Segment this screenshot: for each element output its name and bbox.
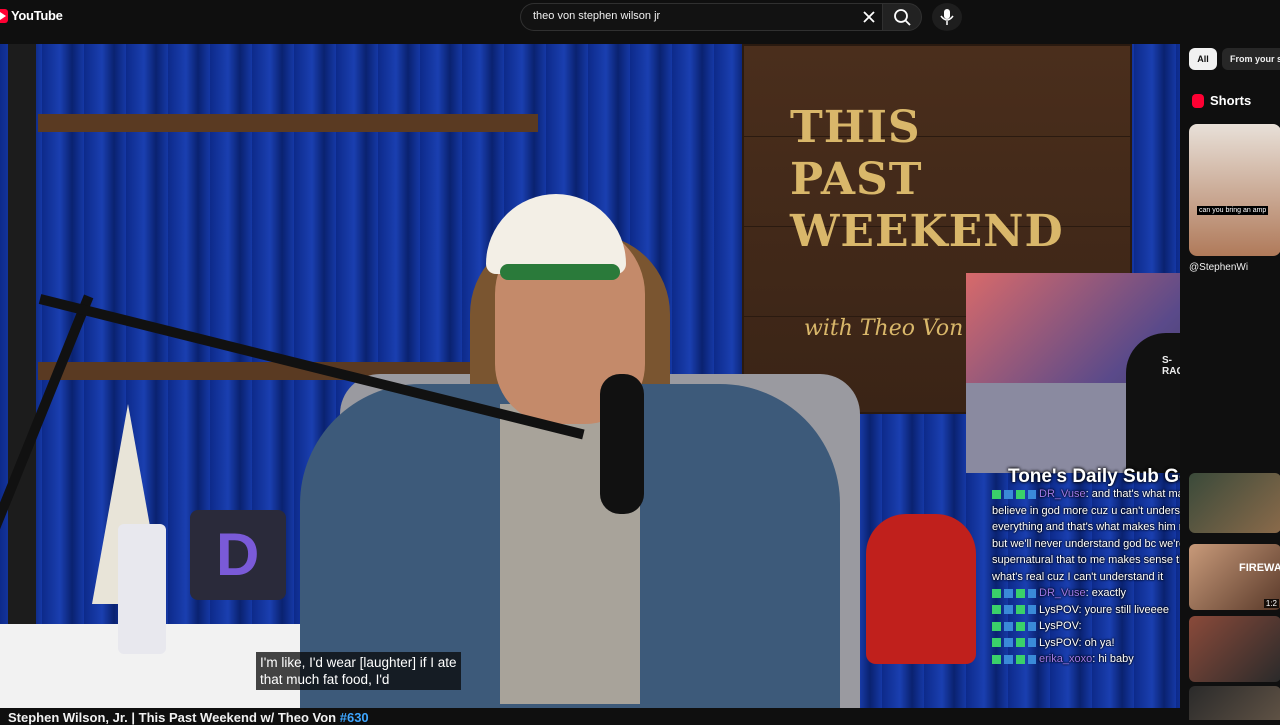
cap-brim — [500, 264, 620, 280]
chat-message: DR_Vuse: and that's what makes me believ… — [992, 486, 1180, 585]
santa-figure — [866, 514, 976, 664]
video-thumbnail[interactable] — [1189, 473, 1280, 533]
badge-icons — [992, 621, 1036, 631]
video-player[interactable]: THIS PAST WEEKEND with Theo Von S-RACER … — [0, 44, 1180, 708]
clear-search-button[interactable] — [860, 8, 878, 26]
video-thumbnail[interactable] — [1189, 686, 1280, 720]
chat-text: : oh ya! — [1078, 636, 1115, 649]
chat-user: DR_Vuse — [1039, 587, 1086, 599]
badge-icons — [992, 605, 1036, 615]
chat-user: LysPOV — [1039, 636, 1079, 649]
search-box[interactable]: theo von stephen wilson jr — [520, 3, 884, 31]
stream-bed — [966, 383, 1126, 473]
video-title-text: Stephen Wilson, Jr. | This Past Weekend … — [8, 710, 337, 725]
badge-icons — [992, 654, 1036, 664]
caption-line: that much fat food, I'd — [260, 672, 390, 687]
caption-line: I'm like, I'd wear [laughter] if I ate — [260, 655, 457, 670]
chat-message: LysPOV: youre still liveeee — [992, 602, 1180, 619]
chat-user: erika_xoxo — [1039, 653, 1093, 665]
video-thumbnail[interactable] — [1189, 616, 1280, 682]
chip-from-your-search[interactable]: From your s — [1222, 48, 1280, 70]
chat-message: LysPOV: oh ya! — [992, 635, 1180, 652]
shelf-board-top — [38, 114, 538, 132]
youtube-play-icon — [0, 8, 8, 23]
microphone — [600, 374, 644, 514]
chip-all[interactable]: All — [1189, 48, 1217, 70]
chat-message: LysPOV: — [992, 618, 1180, 635]
cap — [486, 194, 626, 274]
video-thumbnail[interactable]: FIREWA 1:2 — [1189, 544, 1280, 610]
chat-text: : youre still liveeee — [1078, 603, 1170, 616]
thumbnail-text: FIREWA — [1239, 562, 1280, 574]
search-icon — [894, 9, 911, 26]
gaming-chair — [1126, 333, 1180, 473]
chat-text: : exactly — [1085, 587, 1127, 599]
chat-text: : — [1078, 620, 1082, 632]
chat-text: : hi baby — [1092, 653, 1134, 665]
shorts-header: Shorts — [1192, 93, 1251, 108]
microphone-icon — [940, 9, 954, 25]
short-caption: can you bring an amp — [1197, 206, 1269, 215]
badge-icons — [992, 588, 1036, 598]
chat-message: erika_xoxo: hi baby — [992, 651, 1180, 668]
close-icon — [863, 11, 875, 23]
voice-search-button[interactable] — [932, 3, 962, 31]
short-channel-handle[interactable]: @StephenWi — [1189, 262, 1248, 273]
chat-user: LysPOV — [1039, 603, 1079, 616]
brand-text: YouTube — [11, 8, 63, 23]
short-thumbnail[interactable]: can you bring an amp — [1189, 124, 1280, 256]
badge-icons — [992, 638, 1036, 648]
youtube-logo[interactable]: YouTube — [0, 8, 63, 23]
recommendations-sidebar: All From your s Shorts can you bring an … — [1180, 36, 1280, 720]
shorts-icon — [1192, 93, 1204, 108]
chat-user: DR_Vuse — [1039, 488, 1086, 500]
closed-captions: I'm like, I'd wear [laughter] if I ate t… — [256, 652, 461, 690]
shorts-label: Shorts — [1210, 93, 1252, 108]
search-input[interactable]: theo von stephen wilson jr — [533, 10, 660, 22]
chair-brand: S-RACER — [1162, 355, 1180, 377]
badge-icons — [992, 489, 1036, 499]
chat-message: DR_Vuse: exactly — [992, 585, 1180, 602]
sub-goal-banner: Tone's Daily Sub Goal 2/25 — [1008, 466, 1180, 487]
celsius-can — [118, 524, 166, 654]
chat-user: LysPOV — [1039, 620, 1079, 632]
chat-text: : and that's what makes me believe in go… — [992, 488, 1180, 583]
search-button[interactable] — [882, 3, 922, 31]
chat-overlay: DR_Vuse: and that's what makes me believ… — [992, 486, 1180, 668]
duration-badge: 1:2 — [1263, 599, 1279, 608]
video-title: Stephen Wilson, Jr. | This Past Weekend … — [8, 710, 369, 725]
podcast-logo-block — [190, 510, 286, 600]
top-bar: YouTube theo von stephen wilson jr — [0, 0, 1280, 36]
episode-hashtag-link[interactable]: #630 — [340, 710, 369, 725]
